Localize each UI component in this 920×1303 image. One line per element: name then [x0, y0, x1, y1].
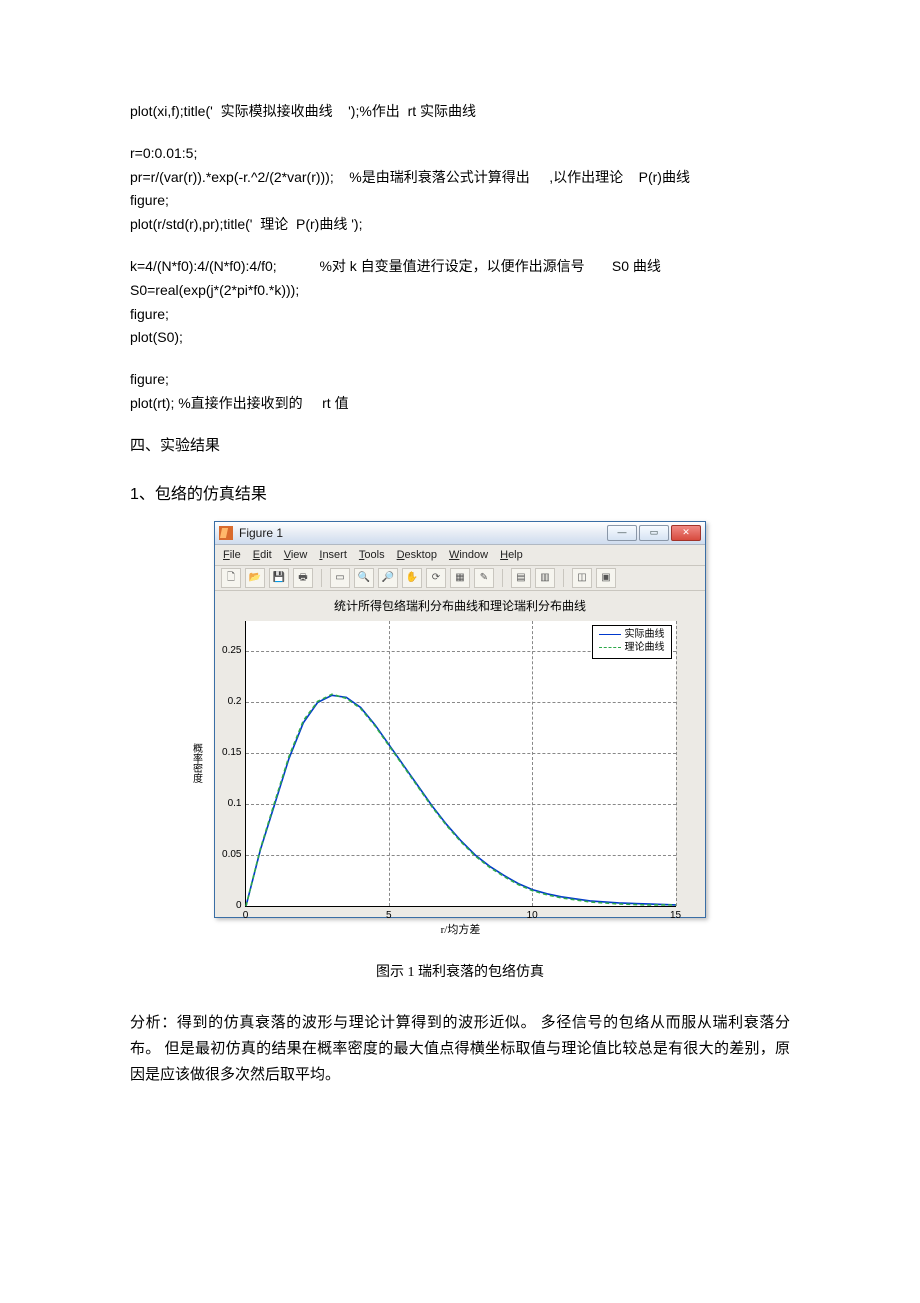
subsection-heading-1: 1、包络的仿真结果 — [130, 482, 790, 508]
menu-window[interactable]: Window — [449, 547, 488, 565]
close-button[interactable]: ✕ — [671, 525, 701, 541]
analysis-paragraph: 分析：得到的仿真衰落的波形与理论计算得到的波形近似。 多径信号的包络从而服从瑞利… — [130, 1010, 790, 1089]
ytick-4: 0.2 — [210, 694, 242, 710]
new-figure-icon[interactable]: 🗋 — [221, 568, 241, 588]
toolbar: 🗋 📂 💾 🖶 ▭ 🔍 🔎 ✋ ⟳ ▦ ✎ ▤ ▥ ◫ ▣ — [215, 566, 705, 591]
dock-icon[interactable]: ◫ — [572, 568, 592, 588]
save-icon[interactable]: 💾 — [269, 568, 289, 588]
xtick-3: 15 — [670, 908, 681, 924]
chart-axes: 0 0.05 0.1 0.15 0.2 0.25 0 5 10 15 r/均方差… — [245, 621, 676, 907]
legend-label-theory: 理论曲线 — [625, 641, 665, 655]
menu-edit[interactable]: Edit — [253, 547, 272, 565]
ytick-2: 0.1 — [210, 796, 242, 812]
print-icon[interactable]: 🖶 — [293, 568, 313, 588]
legend-item-actual: 实际曲线 — [599, 628, 665, 642]
window-controls: — ▭ ✕ — [607, 525, 701, 541]
pointer-icon[interactable]: ▭ — [330, 568, 350, 588]
series-实际曲线 — [246, 695, 676, 906]
code-block-4: figure; plot(rt); %直接作出接收到的 rt 值 — [130, 368, 790, 416]
hide-tools-icon[interactable]: ▣ — [596, 568, 616, 588]
menu-desktop[interactable]: Desktop — [397, 547, 437, 565]
legend-label-actual: 实际曲线 — [625, 628, 665, 642]
colorbar-icon[interactable]: ▥ — [535, 568, 555, 588]
code-block-3: k=4/(N*f0):4/(N*f0):4/f0; %对 k 自变量值进行设定，… — [130, 255, 790, 350]
xtick-1: 5 — [386, 908, 392, 924]
toolbar-separator-2 — [502, 569, 503, 587]
ytick-0: 0 — [210, 898, 242, 914]
figure-wrapper: Figure 1 — ▭ ✕ File Edit View Insert Too… — [130, 521, 790, 984]
plot-area: 统计所得包络瑞利分布曲线和理论瑞利分布曲线 0 0.05 0.1 — [215, 591, 705, 916]
open-icon[interactable]: 📂 — [245, 568, 265, 588]
zoom-out-icon[interactable]: 🔎 — [378, 568, 398, 588]
y-axis-label: 概率密度 — [188, 743, 204, 783]
menu-file[interactable]: File — [223, 547, 241, 565]
figure-caption: 图示 1 瑞利衰落的包络仿真 — [376, 962, 544, 984]
matlab-icon — [219, 526, 233, 540]
toolbar-separator-3 — [563, 569, 564, 587]
zoom-in-icon[interactable]: 🔍 — [354, 568, 374, 588]
ytick-1: 0.05 — [210, 847, 242, 863]
window-title: Figure 1 — [239, 524, 283, 543]
maximize-button[interactable]: ▭ — [639, 525, 669, 541]
datacursor-icon[interactable]: ▦ — [450, 568, 470, 588]
matlab-figure-window: Figure 1 — ▭ ✕ File Edit View Insert Too… — [214, 521, 706, 917]
legend-line-solid-icon — [599, 634, 621, 635]
section-heading-4: 四、实验结果 — [130, 434, 790, 458]
window-titlebar: Figure 1 — ▭ ✕ — [215, 522, 705, 545]
menu-bar: File Edit View Insert Tools Desktop Wind… — [215, 545, 705, 566]
legend-icon[interactable]: ▤ — [511, 568, 531, 588]
legend-line-dashed-icon — [599, 647, 621, 648]
document-page: plot(xi,f);title(' 实际模拟接收曲线 ');%作出 rt 实际… — [0, 0, 920, 1303]
toolbar-separator — [321, 569, 322, 587]
menu-view[interactable]: View — [284, 547, 308, 565]
chart-curve-svg — [246, 621, 676, 906]
xtick-2: 10 — [527, 908, 538, 924]
xtick-0: 0 — [243, 908, 249, 924]
code-block-2: r=0:0.01:5; pr=r/(var(r)).*exp(-r.^2/(2*… — [130, 142, 790, 237]
code-block-1: plot(xi,f);title(' 实际模拟接收曲线 ');%作出 rt 实际… — [130, 100, 790, 124]
brush-icon[interactable]: ✎ — [474, 568, 494, 588]
rotate-icon[interactable]: ⟳ — [426, 568, 446, 588]
plot-title: 统计所得包络瑞利分布曲线和理论瑞利分布曲线 — [225, 597, 695, 616]
legend: 实际曲线 理论曲线 — [592, 625, 672, 659]
menu-insert[interactable]: Insert — [319, 547, 347, 565]
ytick-5: 0.25 — [210, 643, 242, 659]
menu-help[interactable]: Help — [500, 547, 523, 565]
pan-icon[interactable]: ✋ — [402, 568, 422, 588]
x-axis-label: r/均方差 — [441, 922, 481, 940]
menu-tools[interactable]: Tools — [359, 547, 385, 565]
series-理论曲线 — [246, 694, 676, 906]
minimize-button[interactable]: — — [607, 525, 637, 541]
ytick-3: 0.15 — [210, 745, 242, 761]
legend-item-theory: 理论曲线 — [599, 641, 665, 655]
